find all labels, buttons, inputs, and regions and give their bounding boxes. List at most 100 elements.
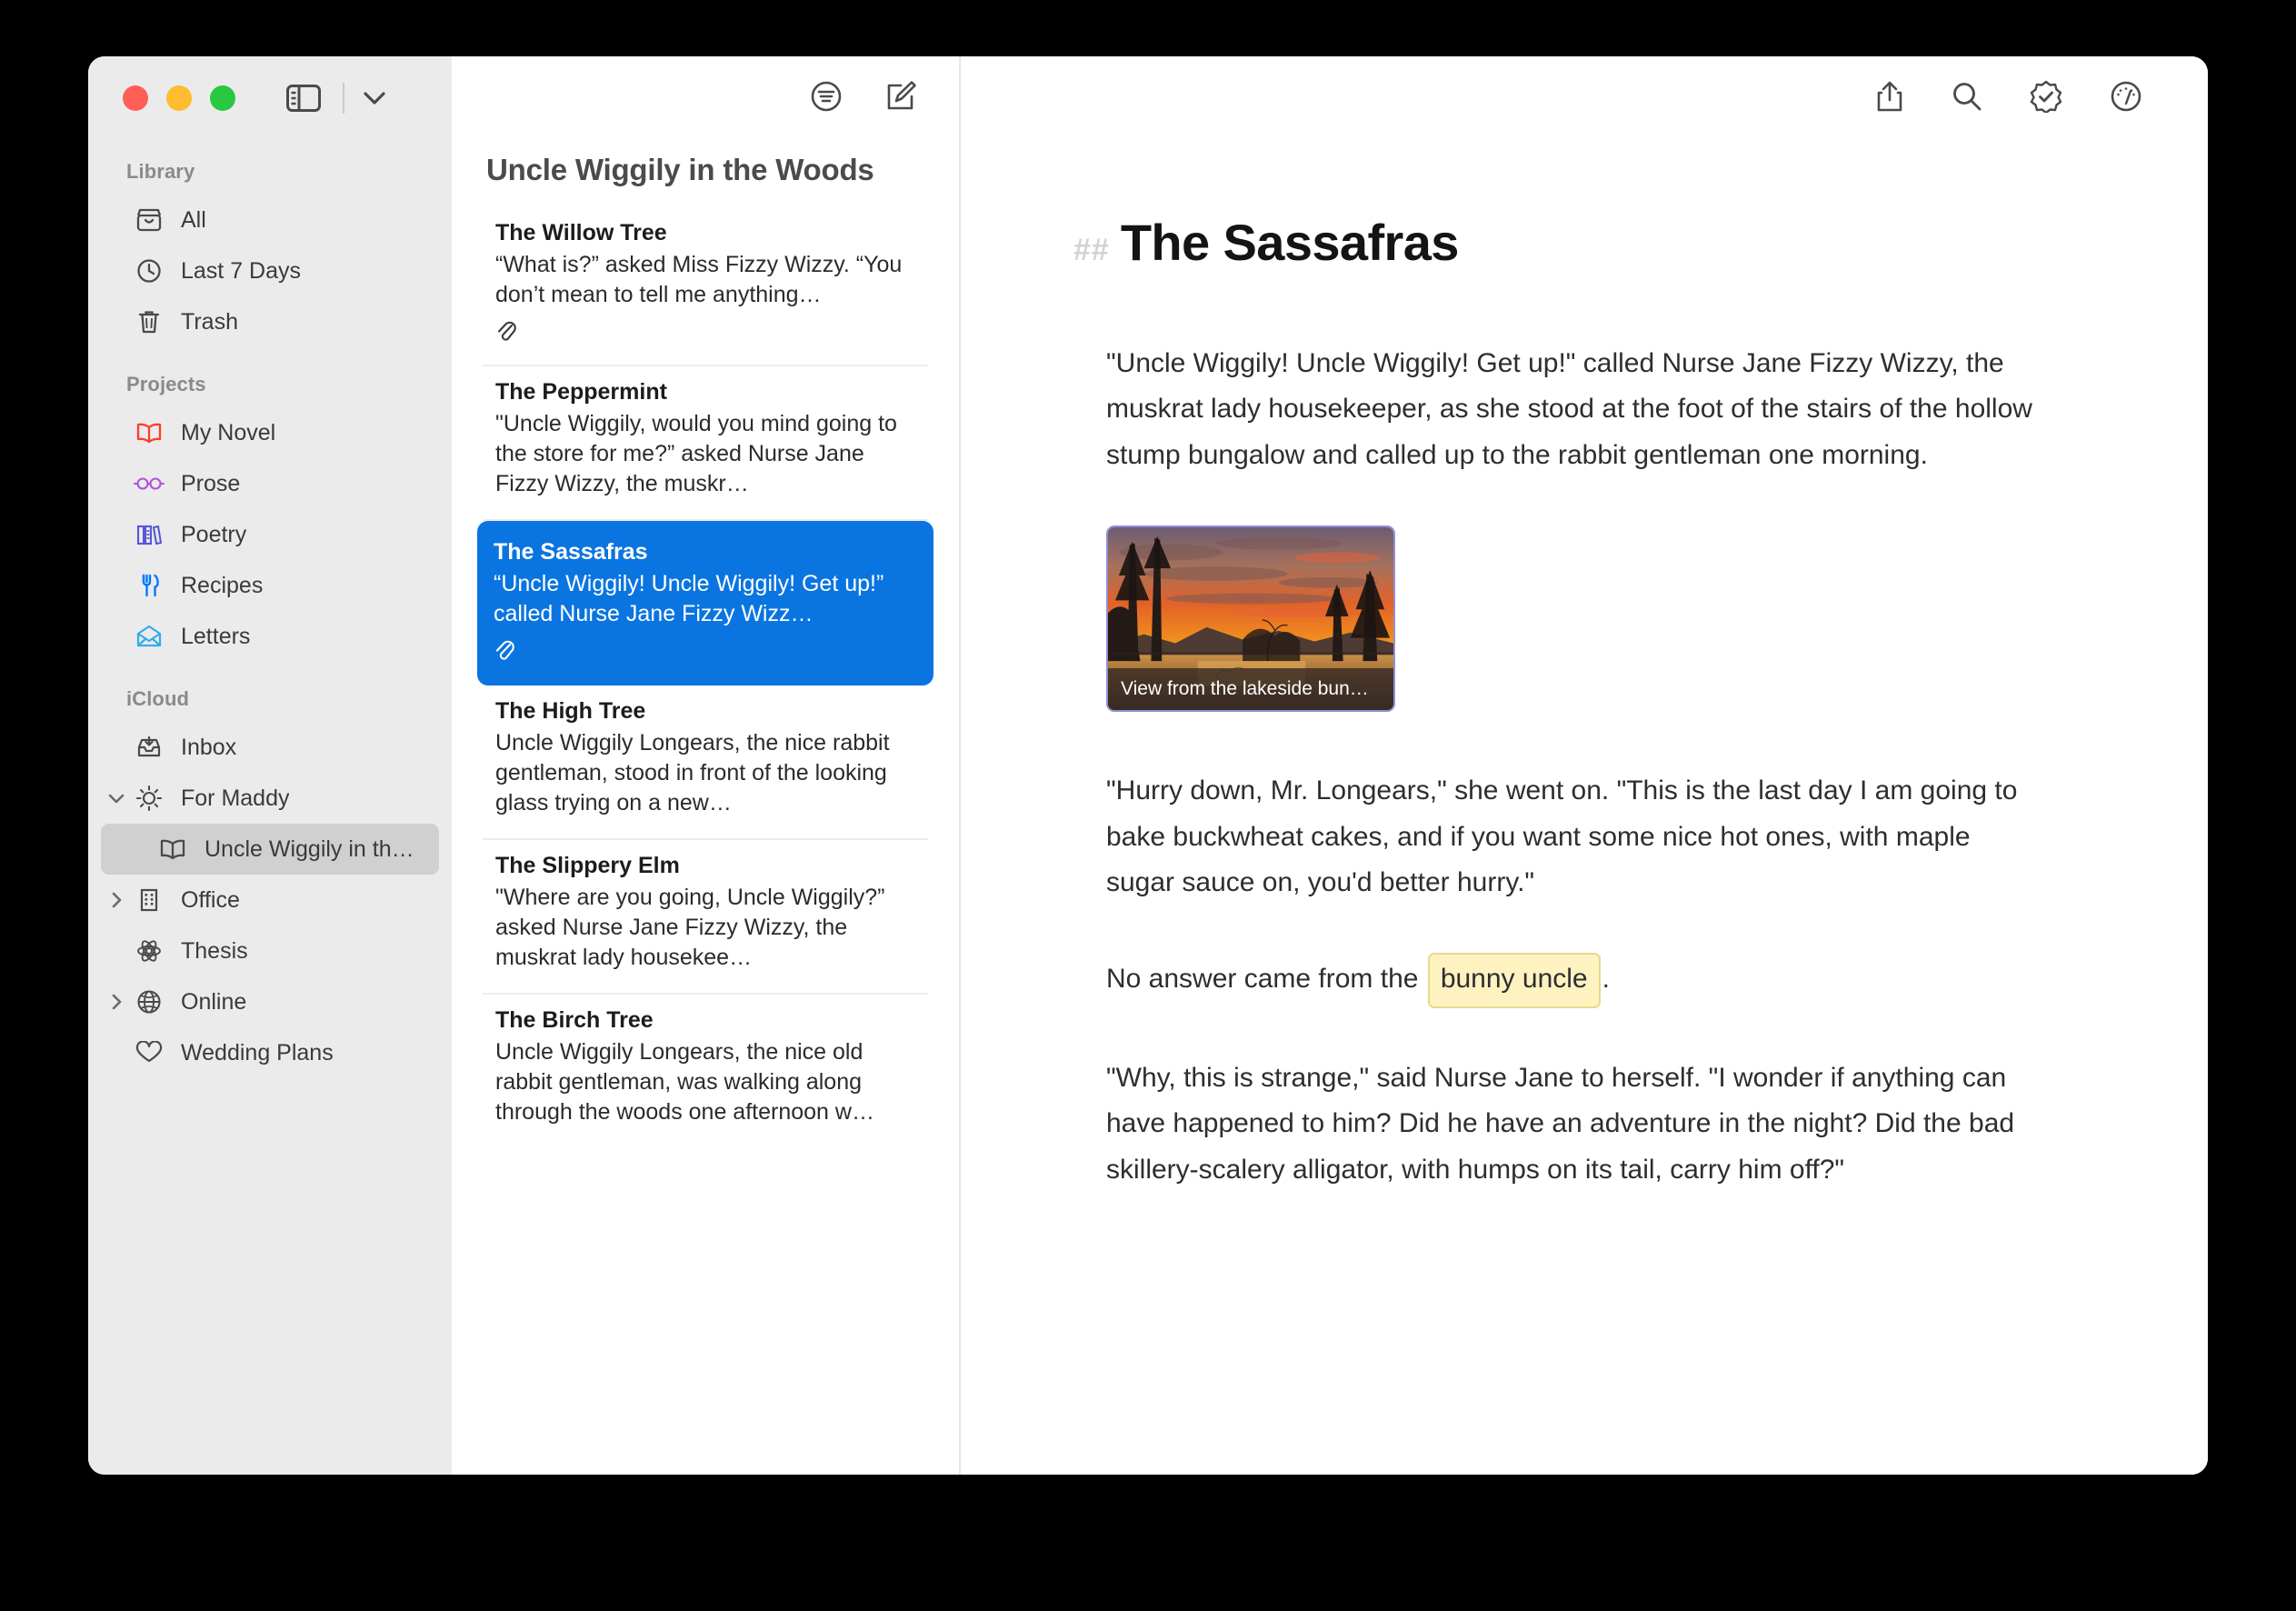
sidebar-item-letters[interactable]: Letters [101, 611, 439, 662]
attachment-paperclip-icon [494, 636, 917, 664]
sidebar-item-label: Online [181, 988, 247, 1015]
note-preview: Uncle Wiggily Longears, the nice rabbit … [495, 730, 890, 816]
heading-marker: ## [1073, 233, 1110, 267]
paragraph-3: No answer came from the bunny uncle. [1106, 953, 2033, 1008]
sidebar-item-recipes[interactable]: Recipes [101, 560, 439, 611]
zoom-button[interactable] [210, 85, 235, 111]
note-preview: “What is?” asked Miss Fizzy Wizzy. “You … [495, 252, 903, 307]
document-title-text: The Sassafras [1120, 214, 1460, 271]
sidebar-item-last-7-days[interactable]: Last 7 Days [101, 245, 439, 296]
editor-content[interactable]: ## The Sassafras "Uncle Wiggily! Uncle W… [961, 140, 2208, 1193]
envelope-open-icon [132, 621, 166, 652]
sidebar-item-label: All [181, 206, 206, 233]
heart-icon [132, 1037, 166, 1068]
chevron-right-icon[interactable] [105, 993, 128, 1011]
image-attachment-thumbnail[interactable]: View from the lakeside bun… [1106, 525, 1395, 713]
paragraph-4: "Why, this is strange," said Nurse Jane … [1106, 1062, 2015, 1185]
paragraph-1: "Uncle Wiggily! Uncle Wiggily! Get up!" … [1106, 348, 2032, 470]
sidebar-options-chevron-down-icon[interactable] [361, 85, 388, 112]
sun-icon [132, 783, 166, 814]
book-icon [155, 834, 190, 865]
image-caption: View from the lakeside bun… [1108, 668, 1393, 711]
sidebar-item-all[interactable]: All [101, 195, 439, 245]
building-icon [132, 885, 166, 916]
checkmark-seal-icon[interactable] [2030, 80, 2062, 117]
note-title: The Birch Tree [495, 1007, 654, 1033]
sidebar-item-my-novel[interactable]: My Novel [101, 407, 439, 458]
sidebar-section-library-label: Library [126, 160, 195, 183]
search-icon[interactable] [1952, 81, 1982, 116]
note-list-toolbar [452, 56, 959, 140]
sidebar: Library All Last 7 Days Trash Projects M… [88, 56, 452, 1475]
note-title: The High Tree [495, 698, 646, 724]
fork-knife-icon [132, 570, 166, 601]
sidebar-item-label: Recipes [181, 572, 264, 598]
sidebar-item-wedding-plans[interactable]: Wedding Plans [101, 1027, 439, 1078]
note-list-item-selected[interactable]: The Sassafras “Uncle Wiggily! Uncle Wigg… [477, 521, 933, 685]
attachment-paperclip-icon [495, 317, 915, 345]
sidebar-item-prose[interactable]: Prose [101, 458, 439, 509]
note-preview: "Where are you going, Uncle Wiggily?” as… [495, 885, 885, 970]
sidebar-item-label: Poetry [181, 521, 247, 547]
sidebar-item-for-maddy[interactable]: For Maddy [101, 773, 439, 824]
sidebar-toggle-icon[interactable] [283, 82, 324, 115]
sidebar-item-label: Office [181, 886, 240, 913]
note-preview: "Uncle Wiggily, would you mind going to … [495, 411, 897, 496]
clock-icon [132, 255, 166, 286]
minimize-button[interactable] [166, 85, 192, 111]
sidebar-item-uncle-wiggily-in-the-woods[interactable]: Uncle Wiggily in th… [101, 824, 439, 875]
note-list-item[interactable]: The Slippery Elm "Where are you going, U… [483, 840, 928, 995]
trash-icon [132, 306, 166, 337]
note-list-item[interactable]: The High Tree Uncle Wiggily Longears, th… [483, 685, 928, 840]
sidebar-item-thesis[interactable]: Thesis [101, 926, 439, 976]
archivebox-icon [132, 205, 166, 235]
tray-arrow-down-icon [132, 732, 166, 763]
editor-toolbar [961, 56, 2208, 140]
sidebar-item-label: My Novel [181, 419, 276, 445]
sidebar-item-office[interactable]: Office [101, 875, 439, 926]
sidebar-item-label: Trash [181, 308, 238, 335]
book-icon [132, 417, 166, 448]
atom-icon [132, 936, 166, 966]
paragraph-3-after: . [1602, 964, 1610, 995]
note-title: The Willow Tree [495, 220, 667, 245]
sidebar-item-label: For Maddy [181, 785, 290, 811]
sidebar-item-label: Wedding Plans [181, 1039, 334, 1066]
books-icon [132, 519, 166, 550]
paragraph-3-before: No answer came from the [1106, 964, 1419, 995]
note-title: The Sassafras [494, 539, 648, 565]
sidebar-item-trash[interactable]: Trash [101, 296, 439, 347]
note-list-item[interactable]: The Peppermint "Uncle Wiggily, would you… [483, 366, 928, 521]
compose-icon[interactable] [884, 80, 917, 117]
sidebar-item-online[interactable]: Online [101, 976, 439, 1027]
chevron-down-icon[interactable] [105, 793, 128, 805]
sidebar-item-poetry[interactable]: Poetry [101, 509, 439, 560]
share-icon[interactable] [1875, 80, 1904, 117]
document-title: ## The Sassafras [1073, 213, 2099, 272]
sidebar-item-label: Last 7 Days [181, 257, 302, 284]
window-controls [88, 56, 452, 140]
sidebar-item-inbox[interactable]: Inbox [101, 722, 439, 773]
note-list-panel: Uncle Wiggily in the Woods The Willow Tr… [452, 56, 961, 1475]
sidebar-section-icloud-label: iCloud [126, 687, 190, 710]
note-preview: “Uncle Wiggily! Uncle Wiggily! Get up!” … [494, 571, 884, 626]
note-title: The Slippery Elm [495, 853, 680, 878]
paragraph-2: "Hurry down, Mr. Longears," she went on.… [1106, 775, 2018, 897]
toolbar-divider [343, 83, 344, 114]
gauge-info-icon[interactable] [2110, 80, 2142, 117]
app-window: Library All Last 7 Days Trash Projects M… [88, 56, 2208, 1475]
sidebar-item-label: Thesis [181, 937, 248, 964]
glasses-icon [132, 468, 166, 499]
chevron-right-icon[interactable] [105, 891, 128, 909]
highlighted-tag[interactable]: bunny uncle [1427, 953, 1601, 1008]
sidebar-section-projects-label: Projects [126, 373, 206, 395]
note-title: The Peppermint [495, 379, 667, 405]
note-list-item[interactable]: The Birch Tree Uncle Wiggily Longears, t… [483, 995, 928, 1147]
close-button[interactable] [123, 85, 148, 111]
note-list-item[interactable]: The Willow Tree “What is?” asked Miss Fi… [483, 207, 928, 366]
note-list-items: The Willow Tree “What is?” asked Miss Fi… [452, 187, 959, 1147]
note-list-title: Uncle Wiggily in the Woods [486, 153, 874, 186]
sidebar-item-label: Prose [181, 470, 241, 496]
sort-filter-icon[interactable] [810, 80, 843, 117]
sidebar-item-label: Uncle Wiggily in th… [205, 836, 414, 862]
